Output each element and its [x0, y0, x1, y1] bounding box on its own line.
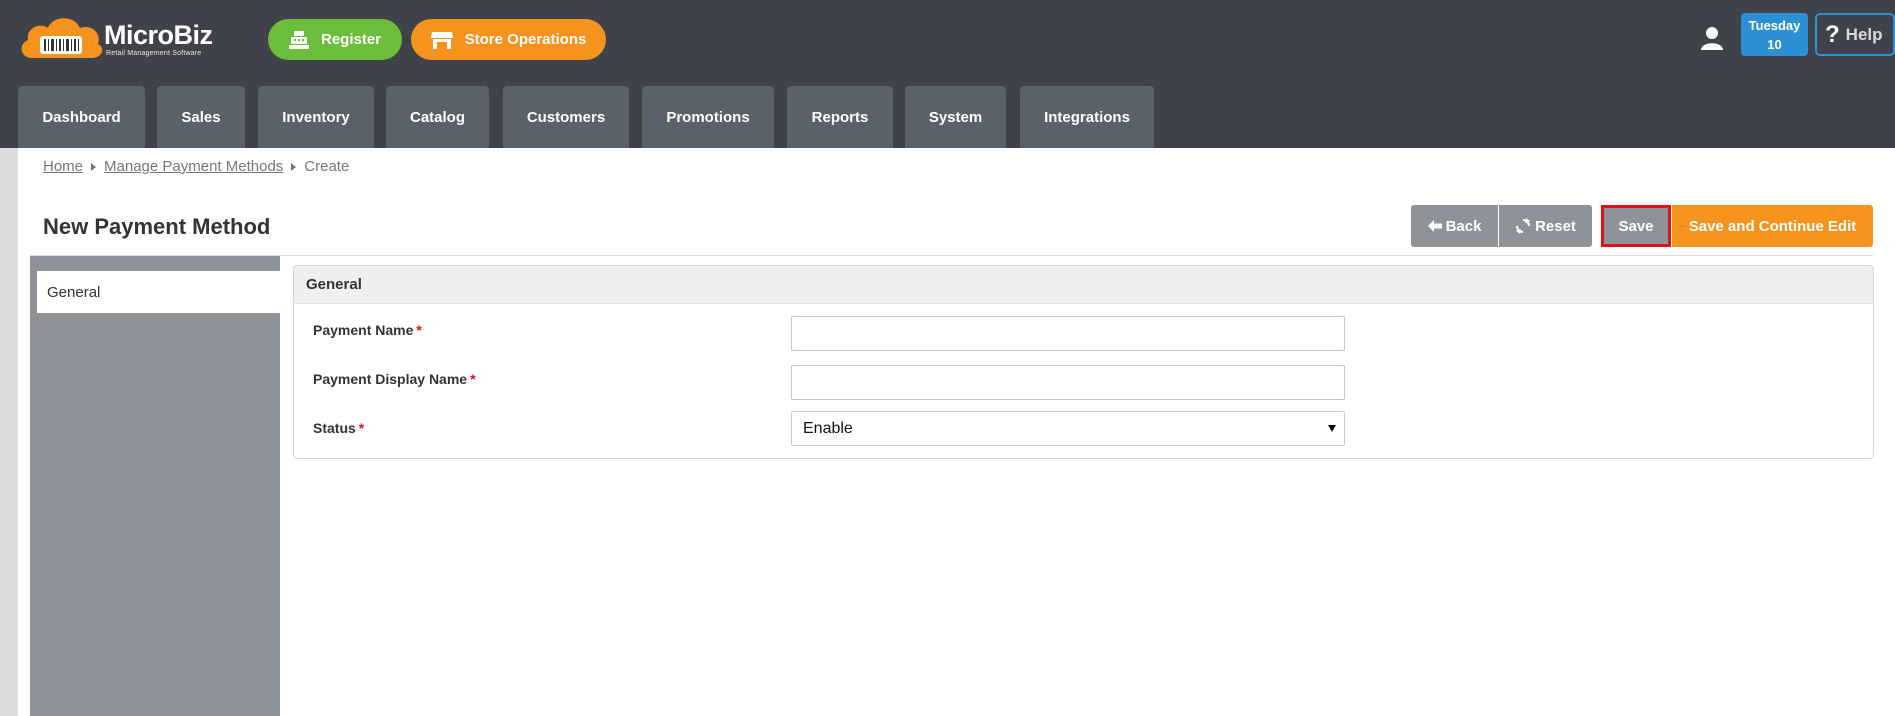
payment-name-input[interactable] [791, 316, 1345, 351]
date-number: 10 [1767, 37, 1782, 52]
breadcrumb-payment-methods-link[interactable]: Manage Payment Methods [104, 158, 283, 175]
nav-tab-sales[interactable]: Sales [157, 86, 245, 148]
status-label-text: Status [313, 420, 356, 436]
page-title: New Payment Method [43, 214, 271, 239]
header-divider [30, 255, 1873, 256]
cloud-barcode-icon [21, 18, 103, 58]
sidebar-item-general[interactable]: General [37, 271, 280, 313]
breadcrumb-separator-icon [291, 162, 297, 171]
nav-tab-dashboard[interactable]: Dashboard [18, 86, 145, 148]
nav-tab-integrations[interactable]: Integrations [1020, 86, 1154, 148]
date-badge[interactable]: Tuesday 10 [1741, 13, 1808, 56]
brand-name: MicroBiz [104, 20, 213, 50]
help-button[interactable]: ? Help [1815, 13, 1895, 56]
panel-heading: General [294, 266, 1873, 304]
form-sidebar: General [30, 256, 280, 716]
date-day: Tuesday [1748, 18, 1801, 33]
refresh-icon [1516, 218, 1531, 234]
reset-label: Reset [1535, 217, 1576, 235]
required-marker: * [416, 322, 422, 338]
required-marker: * [358, 420, 365, 436]
arrow-left-icon [1427, 220, 1442, 232]
back-label: Back [1445, 217, 1482, 235]
question-mark-icon: ? [1825, 20, 1840, 48]
user-icon[interactable] [1700, 26, 1724, 50]
required-marker: * [470, 371, 476, 387]
nav-tab-promotions[interactable]: Promotions [642, 86, 774, 148]
back-button[interactable]: Back [1411, 205, 1498, 247]
breadcrumb-current: Create [304, 158, 350, 175]
payment-display-name-label-text: Payment Display Name [313, 371, 468, 387]
payment-name-label: Payment Name * [313, 322, 422, 338]
brand-tagline: Retail Management Software [106, 50, 202, 57]
cash-register-icon [288, 30, 309, 49]
store-operations-button[interactable]: Store Operations [411, 19, 606, 60]
microbiz-logo[interactable]: MicroBiz Retail Management Software [18, 14, 218, 64]
nav-tab-reports[interactable]: Reports [787, 86, 893, 148]
save-and-continue-button[interactable]: Save and Continue Edit [1672, 205, 1873, 247]
nav-tab-inventory[interactable]: Inventory [258, 86, 374, 148]
register-label: Register [320, 31, 382, 48]
payment-display-name-label: Payment Display Name * [313, 371, 476, 387]
storefront-icon [430, 31, 453, 49]
save-button[interactable]: Save [1601, 205, 1671, 247]
status-label: Status * [313, 420, 364, 436]
top-header: MicroBiz Retail Management Software Regi… [0, 0, 1895, 148]
caret-down-icon [1328, 425, 1336, 432]
help-label: Help [1845, 24, 1883, 44]
payment-name-label-text: Payment Name [313, 322, 414, 338]
store-operations-label: Store Operations [464, 31, 587, 48]
nav-tab-customers[interactable]: Customers [503, 86, 629, 148]
left-edge-strip [0, 148, 18, 716]
reset-button[interactable]: Reset [1499, 205, 1592, 247]
payment-display-name-input[interactable] [791, 365, 1345, 400]
status-select[interactable]: Enable [791, 411, 1345, 446]
breadcrumb-separator-icon [91, 162, 97, 171]
breadcrumb: Home Manage Payment Methods Create [43, 158, 349, 175]
breadcrumb-home-link[interactable]: Home [43, 158, 83, 175]
status-selected-value: Enable [803, 419, 853, 437]
nav-tab-catalog[interactable]: Catalog [386, 86, 489, 148]
register-button[interactable]: Register [268, 19, 402, 60]
nav-tab-system[interactable]: System [905, 86, 1006, 148]
